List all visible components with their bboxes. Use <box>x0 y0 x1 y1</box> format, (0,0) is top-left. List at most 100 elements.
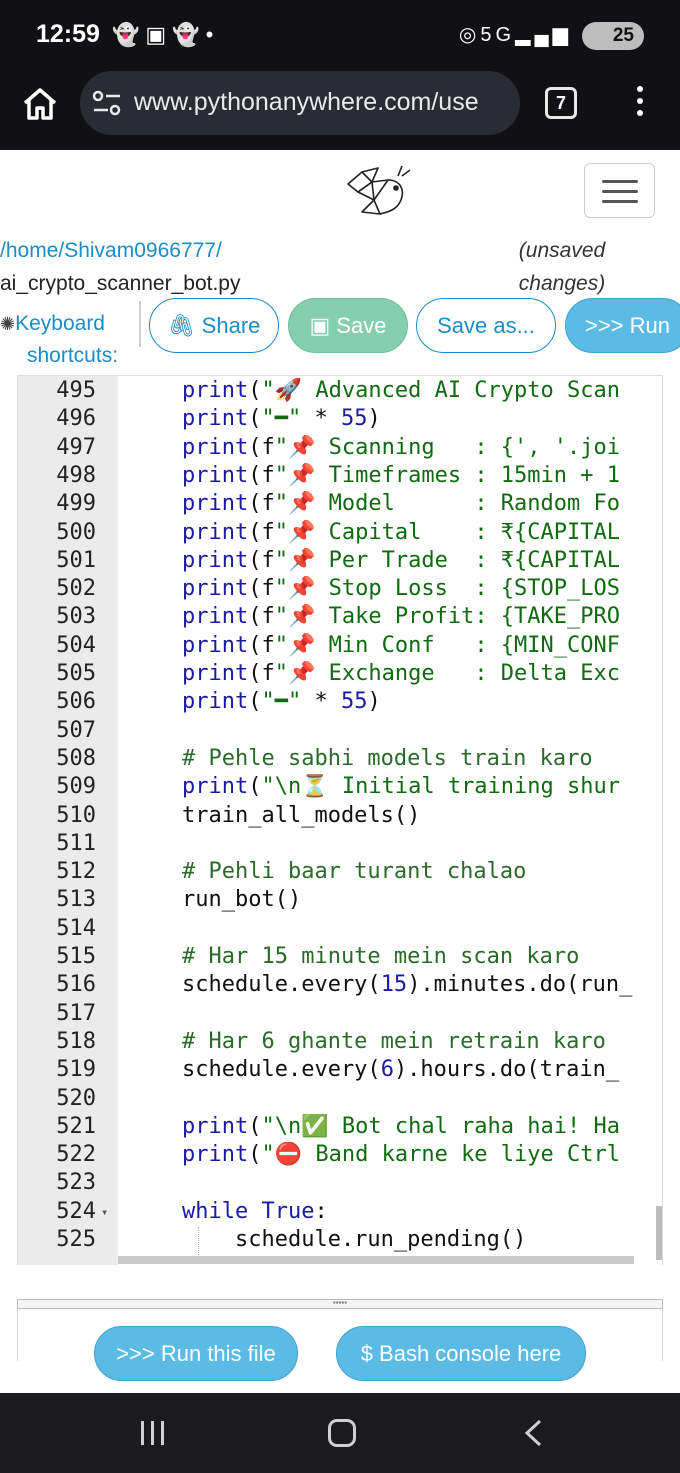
line-number: 502 <box>56 576 96 602</box>
code-line[interactable]: 518 # Har 6 ghante mein retrain karo <box>18 1028 662 1057</box>
browser-menu-icon[interactable] <box>630 86 650 120</box>
code-line[interactable]: 509 print("\n⏳ Initial training shur <box>18 774 662 802</box>
code-text: # Har 15 minute mein scan karo <box>182 944 580 969</box>
line-number: 504 <box>56 632 96 658</box>
horizontal-scrollbar[interactable] <box>118 1256 634 1264</box>
code-text: # Pehli baar turant chalao <box>182 859 527 885</box>
code-line[interactable]: 498 print(f"📌 Timeframes : 15min + 1 <box>18 462 662 491</box>
code-line[interactable]: 513 run_bot() <box>18 887 662 915</box>
code-line[interactable]: 520 <box>18 1086 662 1114</box>
code-line[interactable]: 500 print(f"📌 Capital : ₹{CAPITAL <box>18 519 662 548</box>
save-button[interactable]: ▣ Save <box>288 298 408 353</box>
file-name: ai_crypto_scanner_bot.py <box>0 272 241 295</box>
code-line[interactable]: 496 print("━" * 55) <box>18 406 662 434</box>
line-number: 500 <box>56 519 96 545</box>
code-text: print(f"📌 Min Conf : {MIN_CONF <box>182 632 621 658</box>
code-line[interactable]: 515 # Har 15 minute mein scan karo <box>18 944 662 972</box>
home-icon[interactable] <box>20 84 60 124</box>
code-line[interactable]: 516 schedule.every(15).minutes.do(run_ <box>18 972 662 1000</box>
network-5g-icon: 5G <box>480 24 516 46</box>
pythonanywhere-logo[interactable] <box>344 162 424 222</box>
line-number: 514 <box>56 915 96 941</box>
line-number: 495 <box>56 378 96 403</box>
code-text: print(f"📌 Exchange : Delta Exc <box>182 661 621 686</box>
keyboard-shortcuts-link[interactable]: ✺Keyboard shortcuts: <box>0 308 118 372</box>
snapchat-icon: 👻 <box>112 22 146 47</box>
unsaved-line1: (unsaved <box>518 239 606 262</box>
signal-icon: ▂▄▆ <box>515 24 572 46</box>
bash-console-button[interactable]: $ Bash console here <box>336 1326 586 1381</box>
code-line[interactable]: 524 ▾ while True: <box>18 1199 662 1227</box>
system-navigation-bar <box>0 1393 680 1473</box>
line-number: 498 <box>56 462 96 488</box>
code-line[interactable]: 514 <box>18 915 662 944</box>
address-bar[interactable]: www.pythonanywhere.com/use <box>80 71 520 135</box>
breadcrumb: /home/Shivam0966777/ ai_crypto_scanner_b… <box>0 234 241 300</box>
line-number: 507 <box>56 717 96 743</box>
code-line[interactable]: 502 print(f"📌 Stop Loss : {STOP_LOS <box>18 576 662 604</box>
code-line[interactable]: 499 print(f"📌 Model : Random Fo <box>18 491 662 519</box>
loading-spinner-icon: ✺ <box>0 314 16 334</box>
code-text: # Har 6 ghante mein retrain karo <box>182 1028 606 1054</box>
code-line[interactable]: 507 <box>18 717 662 746</box>
code-line[interactable]: 525 schedule.run_pending() <box>18 1227 662 1255</box>
url-text: www.pythonanywhere.com/use <box>134 88 479 116</box>
battery-level: 25 <box>612 25 634 46</box>
code-line[interactable]: 517 <box>18 1001 662 1029</box>
line-number: 503 <box>56 604 96 630</box>
menu-toggle-button[interactable] <box>584 163 655 218</box>
status-bar: 12:59 👻▣👻• ◎5G▂▄▆ 25 <box>0 0 680 70</box>
code-line[interactable]: 504 print(f"📌 Min Conf : {MIN_CONF <box>18 632 662 661</box>
code-line[interactable]: 511 <box>18 831 662 859</box>
breadcrumb-home-link[interactable]: /home/ <box>0 239 64 262</box>
code-text: print(f"📌 Timeframes : 15min + 1 <box>182 462 621 488</box>
line-number: 497 <box>56 434 96 460</box>
code-text: schedule.every(6).hours.do(train_ <box>182 1057 620 1083</box>
code-line[interactable]: 508 # Pehle sabhi models train karo <box>18 745 662 774</box>
code-line[interactable]: 523 <box>18 1170 662 1198</box>
home-circle-icon[interactable] <box>328 1419 356 1447</box>
code-line[interactable]: 506 print("━" * 55) <box>18 689 662 717</box>
share-button[interactable]: 🖇 Share <box>149 298 279 353</box>
code-text: print("━" * 55) <box>182 406 381 432</box>
share-label: Share <box>201 313 261 338</box>
code-line[interactable]: 505 print(f"📌 Exchange : Delta Exc <box>18 661 662 689</box>
line-number: 508 <box>56 745 96 771</box>
line-number: 506 <box>56 689 96 715</box>
code-text: print(f"📌 Capital : ₹{CAPITAL <box>182 519 621 545</box>
save-label: Save <box>336 313 387 338</box>
code-editor[interactable]: 495 print("🚀 Advanced AI Crypto Scan 496 pr… <box>17 375 663 1265</box>
code-line[interactable]: 497 print(f"📌 Scanning : {', '.joi <box>18 434 662 463</box>
code-line[interactable]: 512 # Pehli baar turant chalao <box>18 859 662 887</box>
tab-switcher-button[interactable]: 7 <box>545 87 577 119</box>
site-settings-icon[interactable] <box>92 90 122 116</box>
line-number: 516 <box>56 972 96 998</box>
paperclip-icon: 🖇 <box>167 313 196 338</box>
fold-arrow-icon[interactable]: ▾ <box>101 1205 108 1219</box>
run-this-file-button[interactable]: >>> Run this file <box>94 1326 298 1381</box>
screenshot-icon: ▣ <box>145 22 173 47</box>
back-icon[interactable] <box>522 1419 546 1447</box>
code-text: print("━" * 55) <box>182 689 381 715</box>
line-number: 501 <box>56 547 96 573</box>
code-line[interactable]: 519 schedule.every(6).hours.do(train_ <box>18 1057 662 1085</box>
code-line[interactable]: 501 print(f"📌 Per Trade : ₹{CAPITAL <box>18 547 662 576</box>
editor-resize-handle[interactable]: ▪▪▪▪▪ <box>17 1299 663 1309</box>
code-line[interactable]: 503 print(f"📌 Take Profit: {TAKE_PRO <box>18 604 662 632</box>
code-line[interactable]: 495 print("🚀 Advanced AI Crypto Scan <box>18 378 662 406</box>
code-text: print(f"📌 Stop Loss : {STOP_LOS <box>182 576 621 602</box>
code-line[interactable]: 510 train_all_models() <box>18 803 662 831</box>
line-number: 512 <box>56 859 96 885</box>
recent-apps-icon[interactable] <box>139 1421 167 1445</box>
code-text: print(f"📌 Per Trade : ₹{CAPITAL <box>182 547 621 573</box>
code-line[interactable]: 521 print("\n✅ Bot chal raha hai! Ha <box>18 1114 662 1142</box>
breadcrumb-user-link[interactable]: Shivam0966777 <box>64 239 216 262</box>
run-button[interactable]: >>> Run <box>565 298 680 353</box>
floppy-disk-icon: ▣ <box>309 313 331 338</box>
status-time: 12:59 <box>36 20 100 48</box>
vertical-scrollbar[interactable] <box>656 1206 662 1260</box>
code-text: print("\n⏳ Initial training shur <box>182 774 621 800</box>
keyboard-shortcuts-line2: shortcuts: <box>27 344 119 367</box>
code-line[interactable]: 522 print("⛔ Band karne ke liye Ctrl <box>18 1142 662 1170</box>
save-as-button[interactable]: Save as... <box>416 298 556 353</box>
